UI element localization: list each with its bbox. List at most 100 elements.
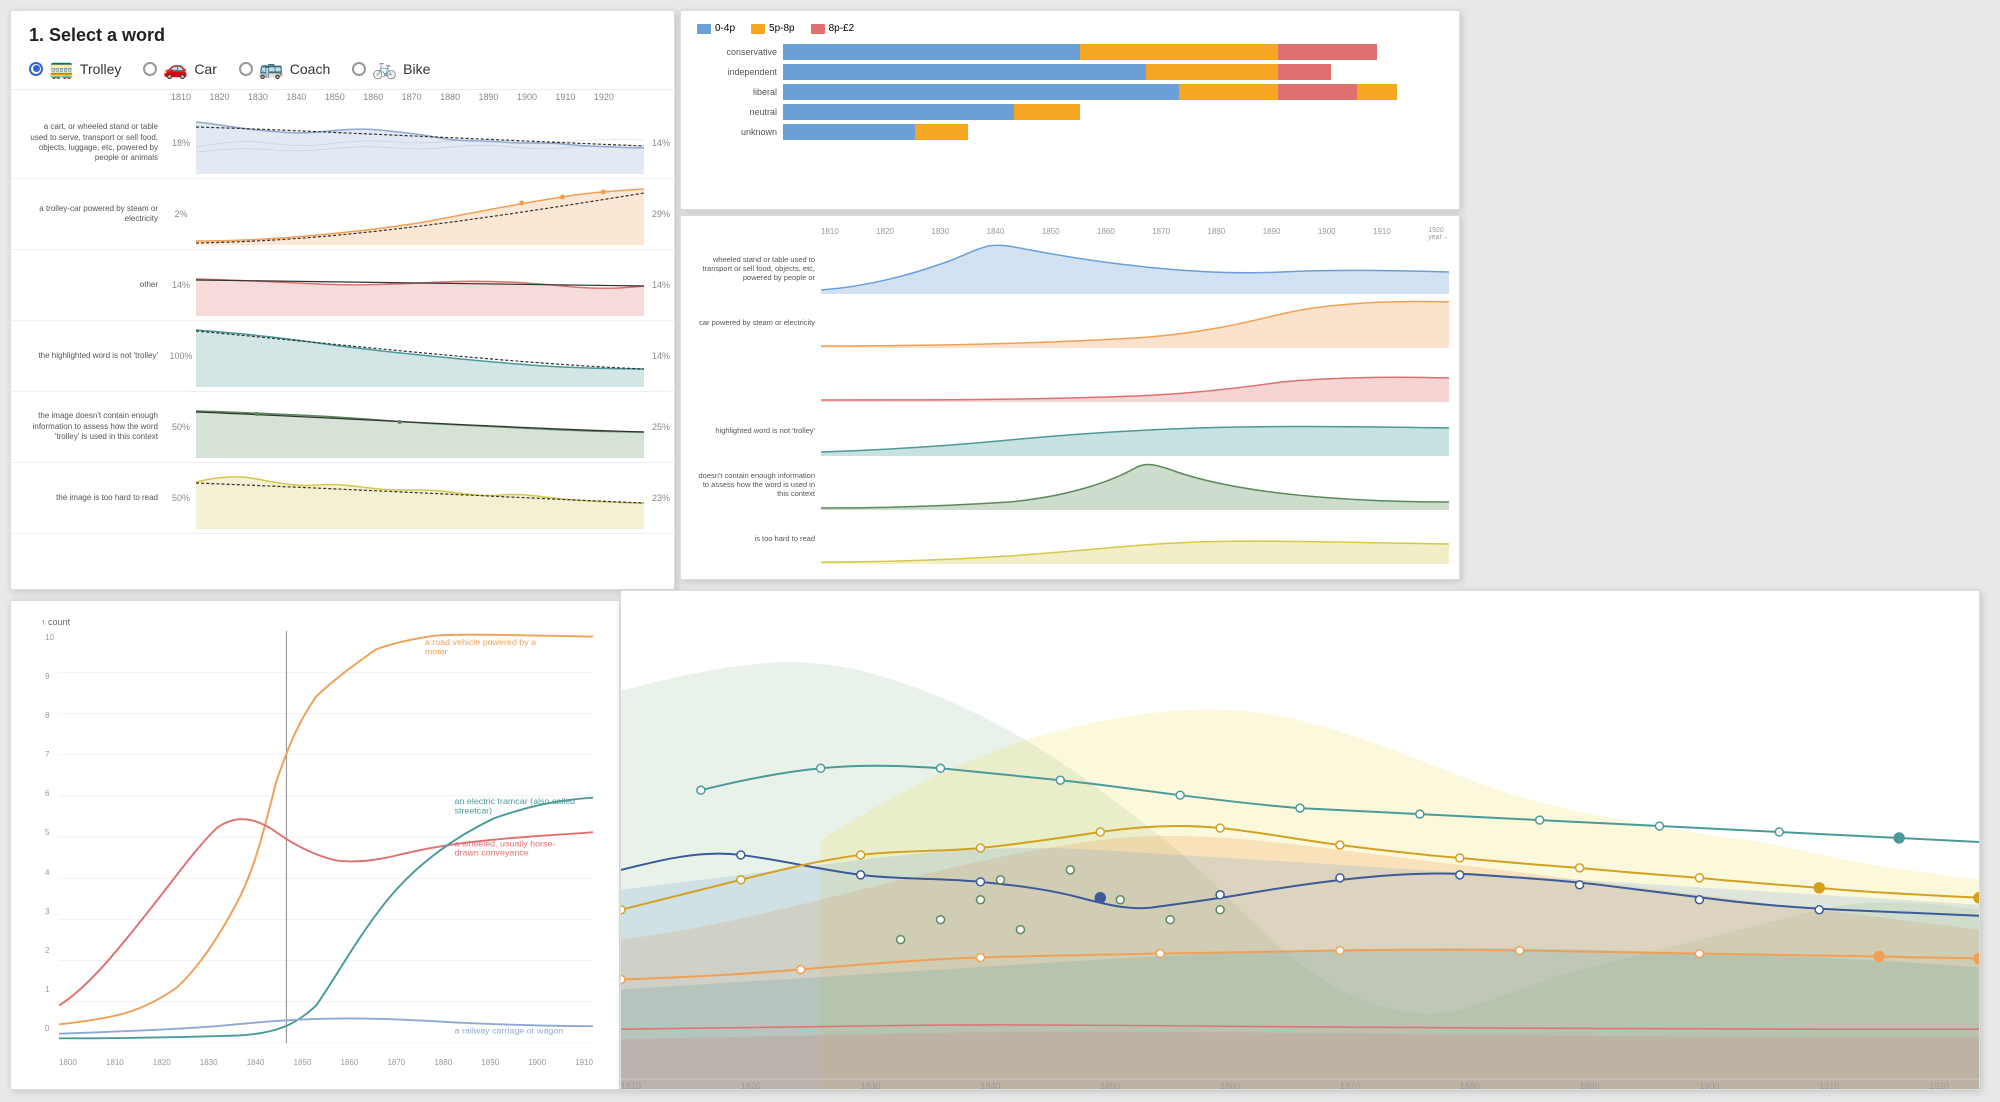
bar-row-independent: independent (697, 64, 1443, 80)
bar-row-liberal: liberal (697, 84, 1443, 100)
svg-text:a railway carriage or wagon: a railway carriage or wagon (455, 1026, 564, 1036)
bar-row-unknown: unknown (697, 124, 1443, 140)
mini-row-5: doesn't contain enough information to as… (691, 458, 1449, 510)
svg-text:a road vehicle powered by a: a road vehicle powered by a (425, 637, 536, 647)
sense-row-2: a trolley-car powered by steam or electr… (11, 179, 674, 250)
bar-seg-orange-5 (915, 124, 968, 140)
trolley-label: Trolley (80, 61, 122, 77)
y-axis: 109876543210 (45, 633, 54, 1033)
sense-chart-5 (196, 396, 644, 458)
bar-seg-blue-1 (783, 44, 1080, 60)
sense-label-3: other (11, 276, 166, 294)
mini-chart-6 (821, 512, 1449, 564)
bottom-right-panel: 1810 1820 1830 1840 1850 1860 1870 1880 … (620, 590, 1980, 1090)
legend-color-8p-2 (811, 24, 825, 34)
mini-row-6: is too hard to read (691, 512, 1449, 564)
mini-row-3 (691, 350, 1449, 402)
x-axis-bottom-left: 1800181018201830184018501860187018801890… (59, 1058, 593, 1067)
scatter-chart-svg: 1810 1820 1830 1840 1850 1860 1870 1880 … (621, 591, 1979, 1089)
bar-seg-blue-2 (783, 64, 1146, 80)
bar-seg-orange-2 (1146, 64, 1278, 80)
sense-label-4: the highlighted word is not 'trolley' (11, 347, 166, 365)
svg-text:1840: 1840 (980, 1081, 1000, 1089)
bar-seg-red-3 (1278, 84, 1357, 100)
sense-row-4: the highlighted word is not 'trolley' 10… (11, 321, 674, 392)
svg-text:1810: 1810 (621, 1081, 641, 1089)
mini-row-4: highlighted word is not 'trolley' (691, 404, 1449, 456)
svg-text:1860: 1860 (1220, 1081, 1240, 1089)
mini-row-2: car powered by steam or electricity (691, 296, 1449, 348)
main-left-panel: 1. Select a word 🚃 Trolley 🚗 Car 🚌 (10, 10, 675, 590)
bar-seg-red-2 (1278, 64, 1331, 80)
svg-text:drawn conveyance: drawn conveyance (455, 848, 529, 858)
mini-label-2: car powered by steam or electricity (691, 318, 821, 327)
top-right-panel: 0-4p 5p-8p 8p-£2 conservative (680, 10, 1460, 210)
line-chart-title: ↑ count (41, 617, 70, 627)
sense-chart-4 (196, 325, 644, 387)
sense-chart-6 (196, 467, 644, 529)
pct-right-5: 25% (644, 422, 674, 432)
pct-left-2: 2% (166, 209, 196, 219)
sense-row-3: other 14% 14% (11, 250, 674, 321)
word-selector: 🚃 Trolley 🚗 Car 🚌 Coach (29, 56, 656, 81)
trolley-icon: 🚃 (49, 56, 74, 81)
line-chart-svg: a road vehicle powered by a motor an ele… (59, 631, 593, 1043)
radio-car[interactable] (143, 62, 157, 76)
word-option-car[interactable]: 🚗 Car (143, 56, 216, 81)
word-option-trolley[interactable]: 🚃 Trolley (29, 56, 121, 81)
legend-8p-2: 8p-£2 (811, 23, 855, 34)
bar-seg-orange-3 (1179, 84, 1278, 100)
mini-label-4: highlighted word is not 'trolley' (691, 426, 821, 435)
mini-row-1: wheeled stand or table used to transport… (691, 242, 1449, 294)
legend-label-8p-2: 8p-£2 (829, 23, 855, 34)
bar-label-independent: independent (697, 67, 777, 77)
stacked-bars: conservative independent liberal (697, 44, 1443, 140)
radio-trolley[interactable] (29, 62, 43, 76)
sense-row-1: a cart, or wheeled stand or table used t… (11, 108, 674, 179)
radio-bike[interactable] (352, 62, 366, 76)
sense-label-6: the image is too hard to read (11, 489, 166, 507)
mini-axis: 18101820183018401850 1860187018801890190… (691, 226, 1449, 242)
bar-container-independent (783, 64, 1443, 80)
svg-text:a wheeled, usually horse-: a wheeled, usually horse- (455, 839, 556, 849)
bike-label: Bike (403, 61, 430, 77)
mini-chart-2 (821, 296, 1449, 348)
car-label: Car (194, 61, 217, 77)
bar-label-neutral: neutral (697, 107, 777, 117)
legend-label-5p-8p: 5p-8p (769, 23, 795, 34)
mini-time-rows: wheeled stand or table used to transport… (691, 242, 1449, 566)
bar-row-conservative: conservative (697, 44, 1443, 60)
pct-left-3: 14% (166, 280, 196, 290)
chart-area: a cart, or wheeled stand or table used t… (11, 104, 674, 538)
bar-label-conservative: conservative (697, 47, 777, 57)
pct-right-1: 14% (644, 138, 674, 148)
legend-color-0-4p (697, 24, 711, 34)
legend-color-5p-8p (751, 24, 765, 34)
word-option-bike[interactable]: 🚲 Bike (352, 56, 430, 81)
bar-seg-blue-5 (783, 124, 915, 140)
mini-label-6: is too hard to read (691, 534, 821, 543)
sense-label-5: the image doesn't contain enough informa… (11, 407, 166, 446)
sense-chart-1 (196, 112, 644, 174)
bottom-left-panel: ↑ count 109876543210 (10, 600, 620, 1090)
sense-label-1: a cart, or wheeled stand or table used t… (11, 118, 166, 168)
bar-label-liberal: liberal (697, 87, 777, 97)
radio-coach[interactable] (239, 62, 253, 76)
mini-label-1: wheeled stand or table used to transport… (691, 255, 821, 282)
svg-text:1850: 1850 (1100, 1081, 1120, 1089)
bar-seg-blue-4 (783, 104, 1014, 120)
svg-text:1870: 1870 (1340, 1081, 1360, 1089)
legend-0-4p: 0-4p (697, 23, 735, 34)
pct-left-5: 50% (166, 422, 196, 432)
bar-container-conservative (783, 44, 1443, 60)
bar-container-unknown (783, 124, 1443, 140)
sense-row-5: the image doesn't contain enough informa… (11, 392, 674, 463)
bike-icon: 🚲 (372, 56, 397, 81)
svg-text:1900: 1900 (1699, 1081, 1719, 1089)
bar-seg-red-1 (1278, 44, 1377, 60)
pct-right-4: 14% (644, 351, 674, 361)
pct-right-3: 14% (644, 280, 674, 290)
word-option-coach[interactable]: 🚌 Coach (239, 56, 330, 81)
bar-seg-orange-1 (1080, 44, 1278, 60)
sense-chart-2 (196, 183, 644, 245)
